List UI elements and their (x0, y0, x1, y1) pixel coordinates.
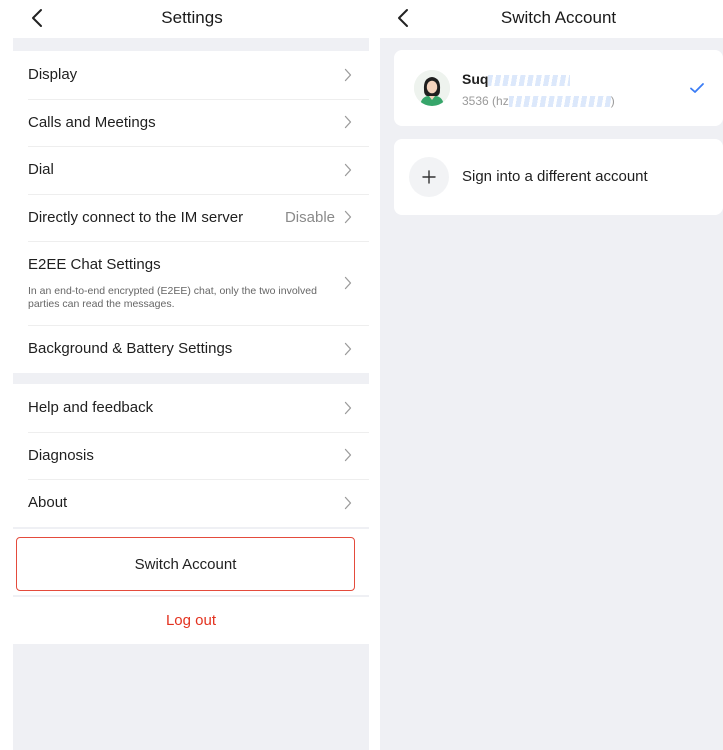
settings-screen: Settings Display Calls and Meetings Dial… (0, 0, 369, 750)
settings-item-calls-meetings[interactable]: Calls and Meetings (13, 98, 369, 147)
logout-button[interactable]: Log out (166, 612, 216, 629)
account-name: Suq (462, 71, 571, 87)
chevron-right-icon (343, 496, 353, 510)
settings-item-label: Dial (28, 161, 54, 179)
current-account-card[interactable]: Suq 3536 (hz) (394, 50, 723, 126)
add-account-card[interactable]: Sign into a different account (394, 139, 723, 215)
chevron-right-icon (343, 448, 353, 462)
switch-account-screen: Switch Account Suq 3536 (hz) Sign into a… (380, 0, 723, 750)
im-server-value: Disable (284, 208, 335, 226)
settings-item-label: Background & Battery Settings (28, 340, 233, 358)
settings-item-label: About (28, 494, 68, 512)
settings-item-label: Diagnosis (28, 446, 94, 464)
settings-group-support: Help and feedback Diagnosis About (13, 384, 369, 527)
switch-account-section: Switch Account (13, 529, 369, 595)
avatar (414, 70, 450, 106)
chevron-right-icon (343, 276, 353, 290)
settings-item-about[interactable]: About (13, 479, 369, 527)
chevron-right-icon (343, 68, 353, 82)
chevron-right-icon (343, 342, 353, 356)
checkmark-icon (690, 83, 704, 93)
chevron-right-icon (343, 401, 353, 415)
settings-item-background-battery[interactable]: Background & Battery Settings (13, 325, 369, 373)
settings-item-label: Display (28, 66, 78, 84)
add-account-label: Sign into a different account (462, 168, 648, 185)
settings-header: Settings (0, 0, 369, 38)
chevron-right-icon (343, 210, 353, 224)
settings-item-diagnosis[interactable]: Diagnosis (13, 431, 369, 480)
chevron-right-icon (343, 163, 353, 177)
settings-item-label: E2EE Chat Settings (28, 255, 161, 273)
settings-item-im-server[interactable]: Directly connect to the IM server Disabl… (13, 193, 369, 242)
settings-item-e2ee[interactable]: E2EE Chat Settings In an end-to-end encr… (13, 241, 369, 325)
e2ee-text-block: E2EE Chat Settings In an end-to-end encr… (28, 256, 343, 311)
settings-group-general: Display Calls and Meetings Dial Directly… (13, 51, 369, 373)
chevron-right-icon (343, 115, 353, 129)
account-id: 3536 (hz) (462, 94, 615, 108)
masked-id (508, 96, 611, 108)
switch-account-button[interactable]: Switch Account (16, 537, 355, 591)
settings-item-dial[interactable]: Dial (13, 146, 369, 194)
masked-name (488, 74, 571, 86)
settings-item-display[interactable]: Display (13, 51, 369, 99)
page-title: Switch Account (500, 8, 617, 27)
e2ee-description: In an end-to-end encrypted (E2EE) chat, … (28, 284, 317, 310)
switch-account-header: Switch Account (380, 0, 723, 38)
settings-item-label: Help and feedback (28, 399, 154, 417)
page-title: Settings (161, 8, 223, 27)
plus-icon (409, 157, 449, 197)
settings-item-label: Calls and Meetings (28, 113, 156, 131)
settings-item-label: Directly connect to the IM server (28, 208, 244, 226)
settings-item-help-feedback[interactable]: Help and feedback (13, 384, 369, 432)
logout-section: Log out (13, 597, 369, 644)
